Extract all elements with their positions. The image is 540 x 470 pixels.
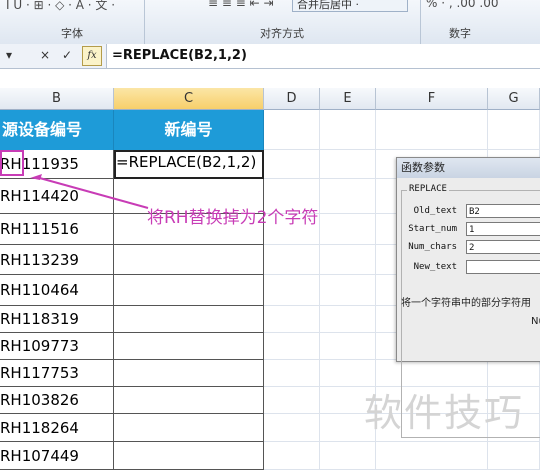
cell-new-id[interactable] [114,360,264,387]
alignment-group: ≡ ≡ ≡ ⇤ ⇥ 合并后居中 · 对齐方式 [144,0,421,44]
header-cell-source[interactable]: 源设备编号 [0,110,114,150]
cell-new-id[interactable] [114,333,264,360]
arg-label-num-chars: Num_chars [408,242,457,252]
merge-center-button[interactable]: 合并后居中 · [292,0,408,12]
watermark: 软件技巧 [364,391,525,435]
column-header-e[interactable]: E [320,88,376,110]
number-group: % · , .00 .00 数字 [420,0,540,44]
column-header-f[interactable]: F [376,88,488,110]
grid-cell[interactable] [320,306,376,333]
arg-input-start-num[interactable]: 1 [466,222,540,236]
grid-cell[interactable] [376,442,488,470]
arg-label-start-num: Start_num [408,224,457,234]
cell-source-id[interactable]: RH103826 [0,387,114,414]
column-header-c[interactable]: C [114,88,264,110]
dialog-description: 将一个字符串中的部分字符用 [401,298,531,309]
enter-icon[interactable]: ✓ [62,48,72,62]
alignment-tools[interactable]: ≡ ≡ ≡ ⇤ ⇥ [208,0,274,10]
cell-source-id[interactable]: RH118319 [0,306,114,333]
ribbon: I U · ⊞ · ◇ · A · 文 · 字体 ≡ ≡ ≡ ⇤ ⇥ 合并后居中… [0,0,540,45]
cell-source-id[interactable]: RH107449 [0,442,114,470]
grid-cell[interactable] [320,110,376,150]
font-group-label: 字体 [61,27,83,40]
annotation-arrow [30,174,149,209]
cell-new-id[interactable] [114,442,264,470]
font-group: I U · ⊞ · ◇ · A · 文 · 字体 [0,0,145,44]
dialog-partial-label: Nu [531,316,540,327]
dialog-title: 函数参数 [397,158,540,178]
cell-new-id[interactable] [114,306,264,333]
grid-cell[interactable] [320,245,376,275]
grid-cell[interactable] [264,150,320,179]
grid-cell[interactable] [264,306,320,333]
grid-cell[interactable] [264,110,320,150]
arg-label-old-text: Old_text [413,206,457,216]
number-tools[interactable]: % · , .00 .00 [426,0,498,10]
insert-function-icon[interactable]: fx [82,46,102,66]
grid-cell[interactable] [320,214,376,245]
arg-input-num-chars[interactable]: 2 [466,240,540,254]
arg-label-new-text: New_text [413,262,457,272]
cell-source-id[interactable]: RH117753 [0,360,114,387]
grid-cell[interactable] [264,245,320,275]
grid-cell[interactable] [264,442,320,470]
cell-source-id[interactable]: RH111516 [0,214,114,245]
grid-cell[interactable] [320,275,376,306]
formula-bar: ▾ × ✓ fx =REPLACE(B2,1,2) [0,44,540,69]
number-group-label: 数字 [449,27,471,40]
annotation-text: 将RH替换掉为2个字符 [147,208,319,228]
cell-new-id[interactable] [114,387,264,414]
formula-input[interactable]: =REPLACE(B2,1,2) [106,44,540,68]
grid-cell[interactable] [264,275,320,306]
rh-highlight-box [0,150,24,176]
cell-source-id[interactable]: RH118264 [0,414,114,442]
grid-cell[interactable] [264,387,320,414]
grid-cell[interactable] [320,442,376,470]
cell-new-id[interactable] [114,245,264,275]
dialog-function-name: REPLACE [407,184,449,194]
function-arguments-dialog: 函数参数 REPLACE Old_text B2 Start_num 1 Num… [396,157,540,438]
grid-cell[interactable] [488,110,540,150]
cell-c2-formula[interactable]: =REPLACE(B2,1,2) [116,153,256,171]
arg-input-new-text[interactable] [466,260,540,274]
font-tools[interactable]: I U · ⊞ · ◇ · A · 文 · [6,0,115,13]
cell-new-id[interactable] [114,414,264,442]
grid-cell[interactable] [320,150,376,179]
grid-cell[interactable] [320,179,376,214]
grid-cell[interactable] [376,110,488,150]
column-header-g[interactable]: G [488,88,540,110]
arg-input-old-text[interactable]: B2 [466,204,540,218]
cancel-icon[interactable]: × [40,48,50,62]
grid-cell[interactable] [320,333,376,360]
cell-source-id[interactable]: RH113239 [0,245,114,275]
grid-cell[interactable] [488,442,540,470]
cell-source-id[interactable]: RH110464 [0,275,114,306]
grid-cell[interactable] [264,333,320,360]
name-box-dropdown-icon[interactable]: ▾ [6,48,12,62]
header-cell-new[interactable]: 新编号 [114,110,264,150]
alignment-group-label: 对齐方式 [260,27,304,40]
column-header-d[interactable]: D [264,88,320,110]
grid-cell[interactable] [264,414,320,442]
grid-cell[interactable] [264,360,320,387]
column-header-b[interactable]: B [0,88,114,110]
formula-tools: ▾ × ✓ fx [0,44,106,68]
cell-source-id[interactable]: RH109773 [0,333,114,360]
cell-new-id[interactable] [114,275,264,306]
